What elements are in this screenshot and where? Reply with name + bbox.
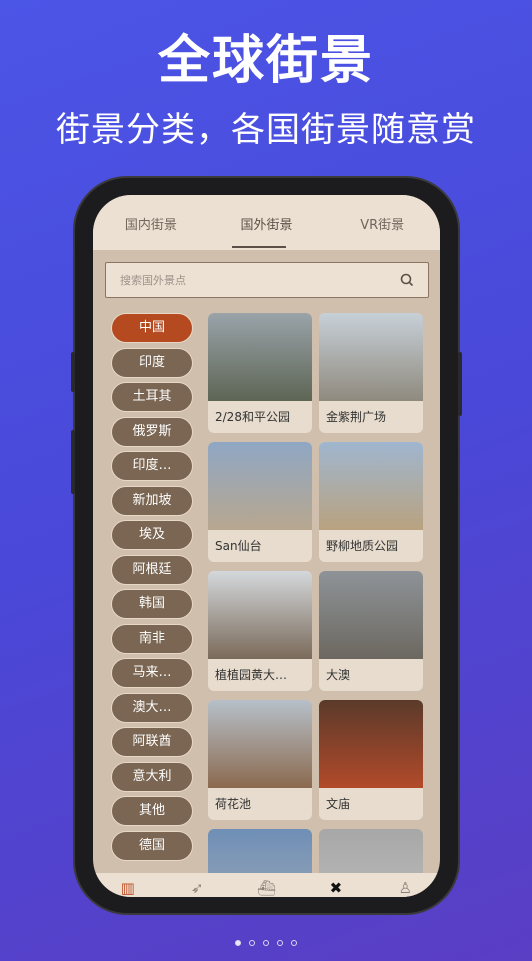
country-item[interactable]: 马来… (111, 658, 193, 688)
place-thumbnail (319, 442, 423, 530)
place-card[interactable]: 大澳 (319, 571, 423, 691)
country-item[interactable]: 新加坡 (111, 485, 193, 516)
place-card[interactable]: 金紫荆广场 (319, 313, 423, 433)
place-thumbnail (208, 700, 312, 788)
place-name: San仙台 (215, 539, 262, 553)
tab-vr[interactable]: VR街景 (324, 195, 440, 250)
building-icon: ▥ (120, 879, 135, 897)
place-name: 金紫荆广场 (326, 410, 387, 424)
place-thumbnail (319, 700, 423, 788)
country-item[interactable]: 埃及 (111, 520, 193, 550)
nav-item[interactable]: ♙账户 (371, 873, 440, 897)
country-item[interactable]: 韩国 (111, 589, 193, 619)
country-item[interactable]: 土耳其 (111, 382, 193, 412)
nav-item[interactable]: ➶指南针 (162, 873, 231, 897)
place-name: 野柳地质公园 (326, 539, 399, 553)
place-thumbnail (319, 313, 423, 401)
place-thumbnail (208, 442, 312, 530)
user-icon: ♙ (398, 879, 413, 897)
country-item[interactable]: 意大利 (111, 761, 193, 792)
app-screen: 国内街景 国外街景 VR街景 搜索国外景点 中国印度土耳其俄罗斯印度… 新加坡埃及… (93, 195, 440, 897)
page-indicator (0, 931, 532, 950)
page-dot[interactable] (277, 940, 283, 946)
nav-item[interactable]: ✖工具 (301, 873, 370, 897)
bottom-nav: ▥街景➶指南针⛴家乡✖工具♙账户 (93, 873, 440, 897)
search-input[interactable]: 搜索国外景点 (105, 262, 429, 298)
place-card[interactable]: San仙台 (208, 442, 312, 562)
hometown-icon: ⛴ (256, 879, 277, 897)
country-item[interactable]: 俄罗斯 (111, 416, 193, 447)
place-card[interactable]: 文庙 (319, 700, 423, 820)
place-name: 文庙 (326, 797, 351, 811)
country-item[interactable]: 阿根廷 (111, 554, 193, 585)
page-dot[interactable] (249, 940, 255, 946)
tools-icon: ✖ (329, 879, 343, 897)
place-name: 2/28和平公园 (215, 410, 290, 424)
promo-subtitle: 街景分类，各国街景随意赏 (56, 110, 476, 150)
tab-foreign[interactable]: 国外街景 (209, 195, 325, 250)
phone-button (458, 352, 462, 416)
phone-button (71, 352, 75, 392)
country-item[interactable]: 中国 (111, 313, 193, 343)
country-item[interactable]: 其他 (111, 796, 193, 826)
country-item[interactable]: 德国 (111, 830, 193, 861)
country-item[interactable]: 印度… (111, 451, 193, 481)
country-item[interactable]: 澳大… (111, 692, 193, 723)
place-thumbnail (208, 571, 312, 659)
active-tab-indicator (232, 246, 286, 248)
country-item[interactable]: 阿联酋 (111, 727, 193, 757)
page-dot[interactable] (263, 940, 269, 946)
page-dot[interactable] (235, 940, 241, 946)
phone-button (71, 430, 75, 494)
compass-icon: ➶ (190, 879, 204, 897)
country-item[interactable]: 南非 (111, 623, 193, 654)
tab-bar: 国内街景 国外街景 VR街景 (93, 195, 440, 250)
search-placeholder: 搜索国外景点 (120, 274, 186, 287)
nav-item[interactable]: ▥街景 (93, 873, 162, 897)
place-thumbnail (319, 571, 423, 659)
place-card[interactable]: 2/28和平公园 (208, 313, 312, 433)
search-icon[interactable] (400, 273, 414, 287)
country-list: 中国印度土耳其俄罗斯印度… 新加坡埃及阿根廷韩国南非马来… 澳大… 阿联酋意大利其他德… (111, 313, 193, 865)
place-card[interactable]: 荷花池 (208, 700, 312, 820)
place-card[interactable]: 野柳地质公园 (319, 442, 423, 562)
promo-title: 全球街景 (157, 31, 374, 91)
place-card[interactable]: 植植园黄大… (208, 571, 312, 691)
country-item[interactable]: 印度 (111, 347, 193, 378)
place-thumbnail (208, 313, 312, 401)
page-dot[interactable] (291, 940, 297, 946)
place-name: 荷花池 (215, 797, 252, 811)
place-name: 大澳 (326, 668, 351, 682)
tab-domestic[interactable]: 国内街景 (93, 195, 209, 250)
nav-item[interactable]: ⛴家乡 (232, 873, 301, 897)
place-name: 植植园黄大… (215, 668, 288, 682)
